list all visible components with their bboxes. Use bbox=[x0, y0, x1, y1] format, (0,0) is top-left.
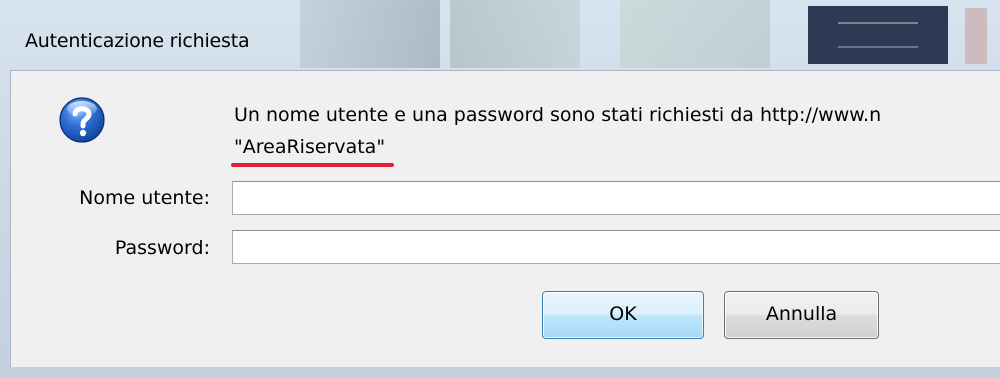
cancel-button[interactable]: Annulla bbox=[724, 291, 879, 339]
auth-realm: "AreaRiservata" bbox=[234, 136, 386, 158]
background-blur bbox=[300, 0, 440, 68]
auth-message: Un nome utente e una password sono stati… bbox=[234, 104, 882, 126]
dialog-window: Autenticazione richiesta Un nome utente … bbox=[0, 0, 1000, 378]
realm-highlight-underline bbox=[231, 163, 394, 167]
background-blur bbox=[965, 8, 987, 64]
password-label: Password: bbox=[114, 237, 210, 259]
background-blur bbox=[620, 0, 770, 68]
username-label: Nome utente: bbox=[79, 187, 210, 209]
username-input[interactable] bbox=[232, 181, 1000, 215]
background-thumbnail-text bbox=[838, 22, 918, 48]
window-title: Autenticazione richiesta bbox=[25, 30, 250, 52]
help-question-icon bbox=[58, 96, 106, 144]
password-input[interactable] bbox=[232, 230, 1000, 264]
background-blur bbox=[450, 0, 580, 68]
ok-button[interactable]: OK bbox=[542, 291, 704, 339]
